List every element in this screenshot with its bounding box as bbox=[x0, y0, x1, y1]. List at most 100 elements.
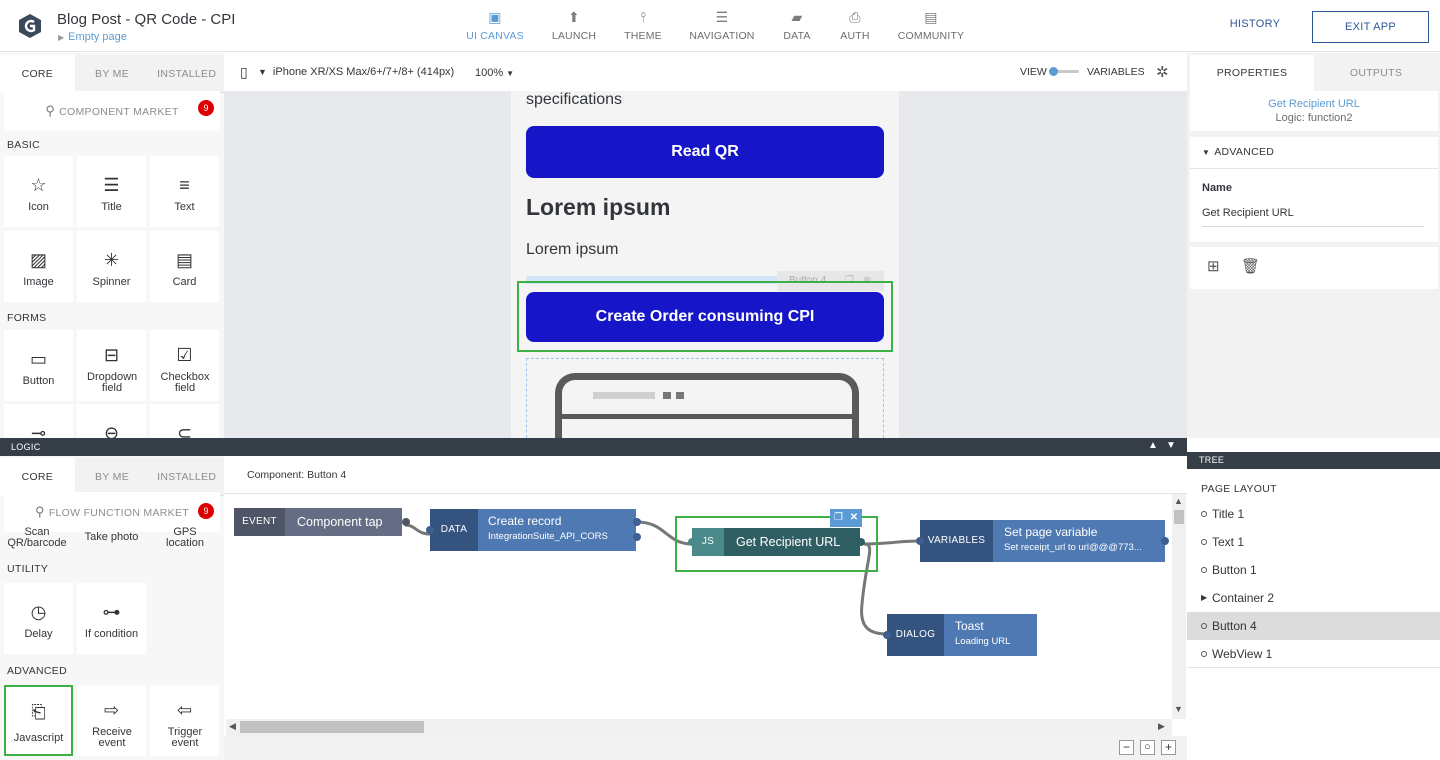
tile-text[interactable]: ≡ Text bbox=[150, 156, 219, 227]
advanced-section: ▼ ADVANCED Name Get Recipient URL bbox=[1190, 137, 1438, 242]
variables-output-port[interactable] bbox=[1161, 537, 1169, 545]
tree-bar: TREE bbox=[1187, 452, 1440, 469]
trash-icon[interactable]: 🗑 bbox=[1241, 257, 1260, 275]
copy-icon[interactable]: ❐ bbox=[834, 512, 843, 523]
logic-info: Get Recipient URL Logic: function2 bbox=[1190, 91, 1438, 131]
js-output-port[interactable] bbox=[857, 538, 865, 546]
tree-item-button-1[interactable]: Button 1 bbox=[1187, 556, 1440, 584]
js-input-port[interactable] bbox=[688, 538, 696, 546]
close-icon[interactable]: ✕ bbox=[850, 512, 858, 523]
data-node[interactable]: DATA Create record IntegrationSuite_API_… bbox=[430, 509, 636, 551]
logic-tab-core[interactable]: CORE bbox=[0, 458, 75, 496]
scroll-up-icon[interactable]: ▲ bbox=[1174, 496, 1183, 506]
tab-auth[interactable]: ⎙ AUTH bbox=[836, 8, 874, 48]
view-label: VIEW bbox=[1020, 66, 1047, 78]
device-selector[interactable]: ▼ iPhone XR/XS Max/6+/7+/8+ (414px) bbox=[258, 66, 454, 78]
view-variables-toggle[interactable] bbox=[1049, 67, 1079, 76]
data-node-title: Create record bbox=[488, 514, 562, 528]
tile-button[interactable]: ▭ Button bbox=[4, 330, 73, 401]
outputs-tab[interactable]: OUTPUTS bbox=[1314, 55, 1438, 91]
tab-launch[interactable]: ⬆ LAUNCH bbox=[548, 8, 600, 48]
advanced-toggle[interactable]: ▼ ADVANCED bbox=[1202, 146, 1274, 158]
exit-app-button[interactable]: EXIT APP bbox=[1312, 11, 1429, 43]
name-input[interactable]: Get Recipient URL bbox=[1202, 207, 1424, 227]
tile-delay[interactable]: ◷ Delay bbox=[4, 583, 73, 654]
tile-if-condition[interactable]: ⊶ If condition bbox=[77, 583, 146, 654]
tile-take-photo[interactable]: Take photo bbox=[77, 506, 146, 550]
tile-image[interactable]: ▨ Image bbox=[4, 231, 73, 302]
collapse-down-icon[interactable]: ▼ bbox=[1166, 440, 1176, 451]
variables-input-port[interactable] bbox=[916, 537, 924, 545]
section-utility: UTILITY bbox=[7, 563, 49, 575]
tile-slider[interactable]: ⊸ bbox=[4, 404, 73, 438]
scroll-right-icon[interactable]: ▶ bbox=[1158, 721, 1165, 732]
tab-data[interactable]: ▰ DATA bbox=[778, 8, 816, 48]
logic-tab-by-me[interactable]: BY ME bbox=[74, 458, 150, 496]
tile-receive-event[interactable]: ⇨ Receive event bbox=[77, 685, 146, 756]
tab-theme[interactable]: ⫯ THEME bbox=[620, 8, 666, 48]
tile-scan-qr[interactable]: Scan QR/barcode bbox=[4, 506, 73, 550]
horizontal-scroll-thumb[interactable] bbox=[240, 721, 424, 733]
placeholder-dot bbox=[676, 392, 684, 399]
tile-icon[interactable]: ☆ Icon bbox=[4, 156, 73, 227]
advanced-divider bbox=[1190, 168, 1438, 169]
bug-icon[interactable]: ✲ bbox=[1156, 63, 1169, 81]
event-node-tag: EVENT bbox=[234, 508, 285, 536]
palette-tab-core[interactable]: CORE bbox=[0, 55, 75, 93]
tab-community[interactable]: ▤ COMMUNITY bbox=[896, 8, 966, 48]
tree-item-container-2[interactable]: ▶ Container 2 bbox=[1187, 584, 1440, 612]
tile-title[interactable]: ☰ Title bbox=[77, 156, 146, 227]
tile-stepper[interactable]: ⊖ bbox=[77, 404, 146, 438]
button-icon: ▭ bbox=[29, 349, 47, 369]
data-output-port-2[interactable] bbox=[633, 533, 641, 541]
tile-spinner[interactable]: ✳ Spinner bbox=[77, 231, 146, 302]
event-node[interactable]: EVENT Component tap bbox=[234, 508, 402, 536]
tab-navigation[interactable]: ☰ NAVIGATION bbox=[686, 8, 758, 48]
dialog-input-port[interactable] bbox=[883, 631, 891, 639]
caret-right-icon[interactable]: ▶ bbox=[1201, 584, 1207, 612]
add-icon[interactable]: ⊞ bbox=[1207, 257, 1220, 275]
tile-toggle[interactable]: ⊂ bbox=[150, 404, 219, 438]
tree-item-button-4[interactable]: Button 4 bbox=[1187, 612, 1440, 640]
tree-item-text-1[interactable]: Text 1 bbox=[1187, 528, 1440, 556]
tile-gps-location[interactable]: GPS location bbox=[150, 506, 219, 550]
palette-tab-installed[interactable]: INSTALLED bbox=[149, 55, 224, 93]
expand-up-icon[interactable]: ▲ bbox=[1148, 440, 1158, 451]
dialog-node[interactable]: DIALOG Toast Loading URL bbox=[887, 614, 1037, 656]
zoom-in-button[interactable]: + bbox=[1161, 740, 1176, 755]
flow-vertical-scrollbar[interactable]: ▲ ▼ bbox=[1172, 494, 1186, 719]
actions-row: ⊞ 🗑 bbox=[1190, 247, 1438, 289]
tile-dropdown[interactable]: ⊟ Dropdown field bbox=[77, 330, 146, 401]
data-input-port[interactable] bbox=[426, 526, 434, 534]
read-qr-button[interactable]: Read QR bbox=[526, 126, 884, 178]
tile-trigger-event[interactable]: ⇦ Trigger event bbox=[150, 685, 219, 756]
page-selector[interactable]: ▶ Empty page bbox=[58, 31, 127, 43]
auth-icon: ⎙ bbox=[849, 9, 861, 25]
component-market-button[interactable]: ⚲ COMPONENT MARKET bbox=[4, 91, 220, 131]
variables-node[interactable]: VARIABLES Set page variable Set receipt_… bbox=[920, 520, 1165, 562]
zoom-out-button[interactable]: − bbox=[1119, 740, 1134, 755]
event-output-port[interactable] bbox=[402, 518, 410, 526]
data-output-port-1[interactable] bbox=[633, 518, 641, 526]
lorem-text: Lorem ipsum bbox=[526, 241, 619, 258]
logic-function-link[interactable]: Get Recipient URL bbox=[1190, 98, 1438, 110]
tile-javascript[interactable]: ⎗ Javascript bbox=[4, 685, 73, 756]
data-icon: ▰ bbox=[791, 9, 803, 25]
scroll-down-icon[interactable]: ▼ bbox=[1174, 704, 1183, 714]
tree-item-webview-1[interactable]: WebView 1 bbox=[1187, 640, 1440, 668]
canvas-toolbar: ▯ ▼ iPhone XR/XS Max/6+/7+/8+ (414px) 100… bbox=[224, 53, 1187, 91]
scroll-left-icon[interactable]: ◀ bbox=[229, 721, 236, 732]
tile-checkbox[interactable]: ☑ Checkbox field bbox=[150, 330, 219, 401]
history-button[interactable]: HISTORY bbox=[1222, 18, 1288, 30]
tab-ui-canvas[interactable]: ▣ UI CANVAS bbox=[463, 8, 527, 48]
palette-tab-by-me[interactable]: BY ME bbox=[74, 55, 150, 93]
zoom-reset-button[interactable]: ○ bbox=[1140, 740, 1155, 755]
tile-card[interactable]: ▤ Card bbox=[150, 231, 219, 302]
checkbox-icon: ☑ bbox=[176, 345, 193, 365]
vertical-scroll-thumb[interactable] bbox=[1174, 510, 1184, 524]
tree-item-title-1[interactable]: Title 1 bbox=[1187, 500, 1440, 528]
logic-tab-installed[interactable]: INSTALLED bbox=[149, 458, 224, 496]
zoom-selector[interactable]: 100% ▼ bbox=[475, 67, 514, 79]
flow-horizontal-scrollbar[interactable]: ◀ ▶ bbox=[226, 719, 1172, 736]
properties-tab[interactable]: PROPERTIES bbox=[1190, 55, 1314, 91]
